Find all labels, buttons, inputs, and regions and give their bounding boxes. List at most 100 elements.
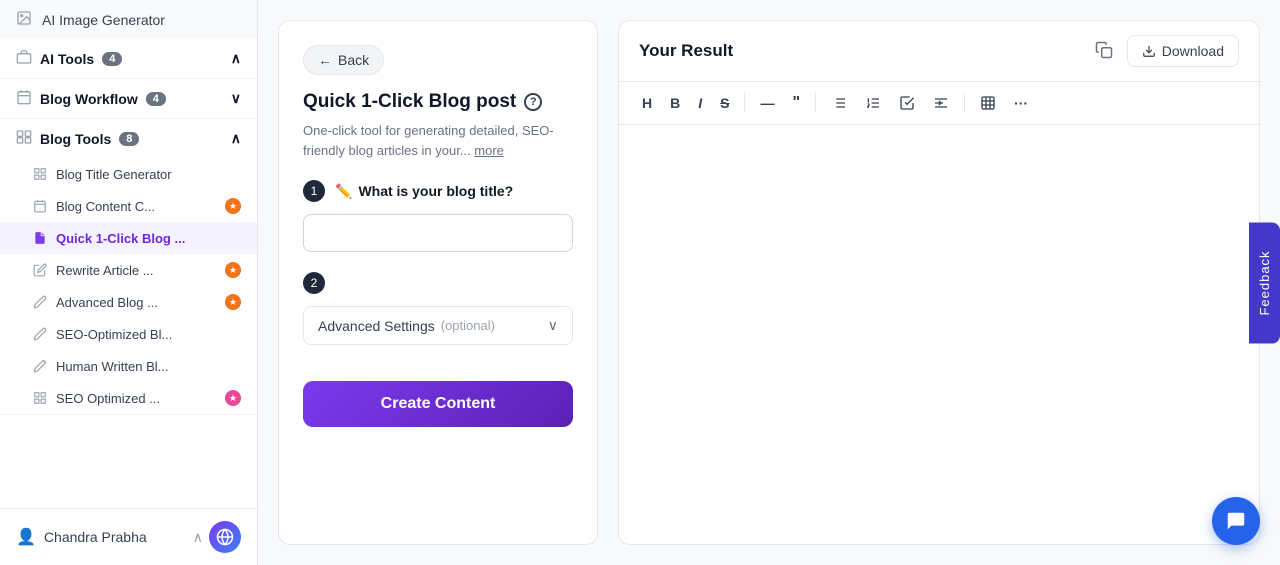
sidebar-item-advanced-blog[interactable]: Advanced Blog ... ★ [0, 286, 257, 318]
quick-1-click-label: Quick 1-Click Blog ... [56, 231, 185, 246]
toolbar-divider-1 [744, 93, 745, 113]
ai-image-generator-label: AI Image Generator [42, 12, 165, 28]
sidebar-footer[interactable]: 👤 Chandra Prabha ∧ [0, 508, 257, 565]
sidebar: AI Image Generator AI Tools 4 ∧ Blog Wor… [0, 0, 258, 565]
blog-tools-section: Blog Tools 8 ∧ Blog Title Generator Blog… [0, 119, 257, 415]
grid2-icon [32, 390, 48, 406]
toolbar-divider-3 [964, 93, 965, 113]
more-link[interactable]: more [474, 143, 504, 158]
form-title-block: Quick 1-Click Blog post ? [303, 91, 573, 113]
chevron-down-settings-icon: ∨ [548, 317, 558, 334]
sidebar-item-seo-optimized[interactable]: SEO-Optimized Bl... [0, 318, 257, 350]
orange-badge-advanced: ★ [225, 294, 241, 310]
result-header: Your Result Download [619, 21, 1259, 82]
result-body [619, 125, 1259, 544]
ordered-list-button[interactable] [858, 91, 888, 115]
file-blue-icon [32, 230, 48, 246]
rewrite-article-label: Rewrite Article ... [56, 263, 154, 278]
blog-content-c-label: Blog Content C... [56, 199, 155, 214]
grid-icon [32, 166, 48, 182]
blog-title-input[interactable] [303, 214, 573, 252]
sidebar-item-rewrite-article[interactable]: Rewrite Article ... ★ [0, 254, 257, 286]
editor-toolbar: H B I S — " [619, 82, 1259, 125]
edit2-icon [32, 294, 48, 310]
checklist-button[interactable] [892, 91, 922, 115]
chevron-up-icon-tools: ∧ [231, 130, 241, 147]
blog-workflow-badge: 4 [146, 92, 166, 106]
blog-tools-badge: 8 [119, 132, 139, 146]
form-panel: ← Back Quick 1-Click Blog post ? One-cli… [278, 20, 598, 545]
bold-button[interactable]: B [663, 91, 687, 115]
chevron-up-user: ∧ [193, 529, 203, 546]
main-content: ← Back Quick 1-Click Blog post ? One-cli… [258, 0, 1280, 565]
heading-button[interactable]: H [635, 91, 659, 115]
sidebar-item-blog-title-generator[interactable]: Blog Title Generator [0, 158, 257, 190]
pencil-step-icon: ✏️ [335, 183, 352, 200]
hr-button[interactable]: — [753, 91, 781, 115]
blog-workflow-label: Blog Workflow [40, 91, 138, 107]
orange-badge-rewrite: ★ [225, 262, 241, 278]
user-icon: 👤 [16, 527, 36, 547]
copy-button[interactable] [1091, 37, 1117, 66]
quote-button[interactable]: " [785, 90, 807, 116]
strikethrough-button[interactable]: S [713, 91, 736, 115]
step-1-block: 1 ✏️ What is your blog title? [303, 180, 573, 252]
result-title: Your Result [639, 41, 733, 61]
blog-tools-label: Blog Tools [40, 131, 111, 147]
bullet-list-button[interactable] [824, 91, 854, 115]
form-desc-text: One-click tool for generating detailed, … [303, 123, 554, 158]
blog-workflow-header[interactable]: Blog Workflow 4 ∨ [0, 79, 257, 118]
blog-workflow-section: Blog Workflow 4 ∨ [0, 79, 257, 119]
workflow-icon [16, 89, 32, 108]
indent-button[interactable] [926, 91, 956, 115]
download-label: Download [1162, 43, 1224, 59]
human-written-label: Human Written Bl... [56, 359, 168, 374]
ai-tools-label: AI Tools [40, 51, 94, 67]
seo-optimized-label: SEO-Optimized Bl... [56, 327, 172, 342]
result-actions: Download [1091, 35, 1239, 67]
ai-tools-header[interactable]: AI Tools 4 ∧ [0, 39, 257, 78]
calendar-icon [32, 198, 48, 214]
form-description: One-click tool for generating detailed, … [303, 121, 573, 160]
blog-tools-header[interactable]: Blog Tools 8 ∧ [0, 119, 257, 158]
pencil-icon [32, 358, 48, 374]
back-label: Back [338, 52, 369, 68]
chevron-down-icon-workflow: ∨ [231, 90, 241, 107]
seo-optimized-2-label: SEO Optimized ... [56, 391, 160, 406]
step-2-block: 2 Advanced Settings (optional) ∨ [303, 272, 573, 345]
back-arrow-icon: ← [318, 52, 332, 68]
step-2-label: Advanced Settings [318, 318, 435, 334]
form-title-text: Quick 1-Click Blog post [303, 91, 516, 113]
step-2-number: 2 [303, 272, 325, 294]
result-panel: Your Result Download H B I S — [618, 20, 1260, 545]
sidebar-item-human-written[interactable]: Human Written Bl... [0, 350, 257, 382]
chevron-up-icon: ∧ [231, 50, 241, 67]
advanced-settings-toggle[interactable]: Advanced Settings (optional) ∨ [303, 306, 573, 345]
feedback-panel: Feedback [1249, 222, 1280, 343]
info-icon: ? [524, 93, 542, 111]
pink-badge-seo: ★ [225, 390, 241, 406]
sidebar-item-ai-image-generator[interactable]: AI Image Generator [0, 0, 257, 39]
blog-title-generator-label: Blog Title Generator [56, 167, 172, 182]
step-1-label: What is your blog title? [358, 183, 513, 199]
tools-icon [16, 129, 32, 148]
back-button[interactable]: ← Back [303, 45, 384, 75]
table-button[interactable] [973, 91, 1003, 115]
sidebar-item-quick-1-click[interactable]: Quick 1-Click Blog ... [0, 222, 257, 254]
create-content-button[interactable]: Create Content [303, 381, 573, 427]
user-avatar-globe [209, 521, 241, 553]
italic-button[interactable]: I [691, 91, 709, 115]
sidebar-item-blog-content-c[interactable]: Blog Content C... ★ [0, 190, 257, 222]
toolbar-divider-2 [815, 93, 816, 113]
more-options-button[interactable]: ··· [1007, 91, 1035, 115]
briefcase-icon [16, 49, 32, 68]
download-button[interactable]: Download [1127, 35, 1239, 67]
step-2-optional: (optional) [441, 318, 495, 333]
edit-icon [32, 262, 48, 278]
orange-badge-blog-content: ★ [225, 198, 241, 214]
edit3-icon [32, 326, 48, 342]
sidebar-item-seo-optimized-2[interactable]: SEO Optimized ... ★ [0, 382, 257, 414]
chat-fab-button[interactable] [1212, 497, 1260, 545]
ai-tools-badge: 4 [102, 52, 122, 66]
feedback-button[interactable]: Feedback [1249, 222, 1280, 343]
